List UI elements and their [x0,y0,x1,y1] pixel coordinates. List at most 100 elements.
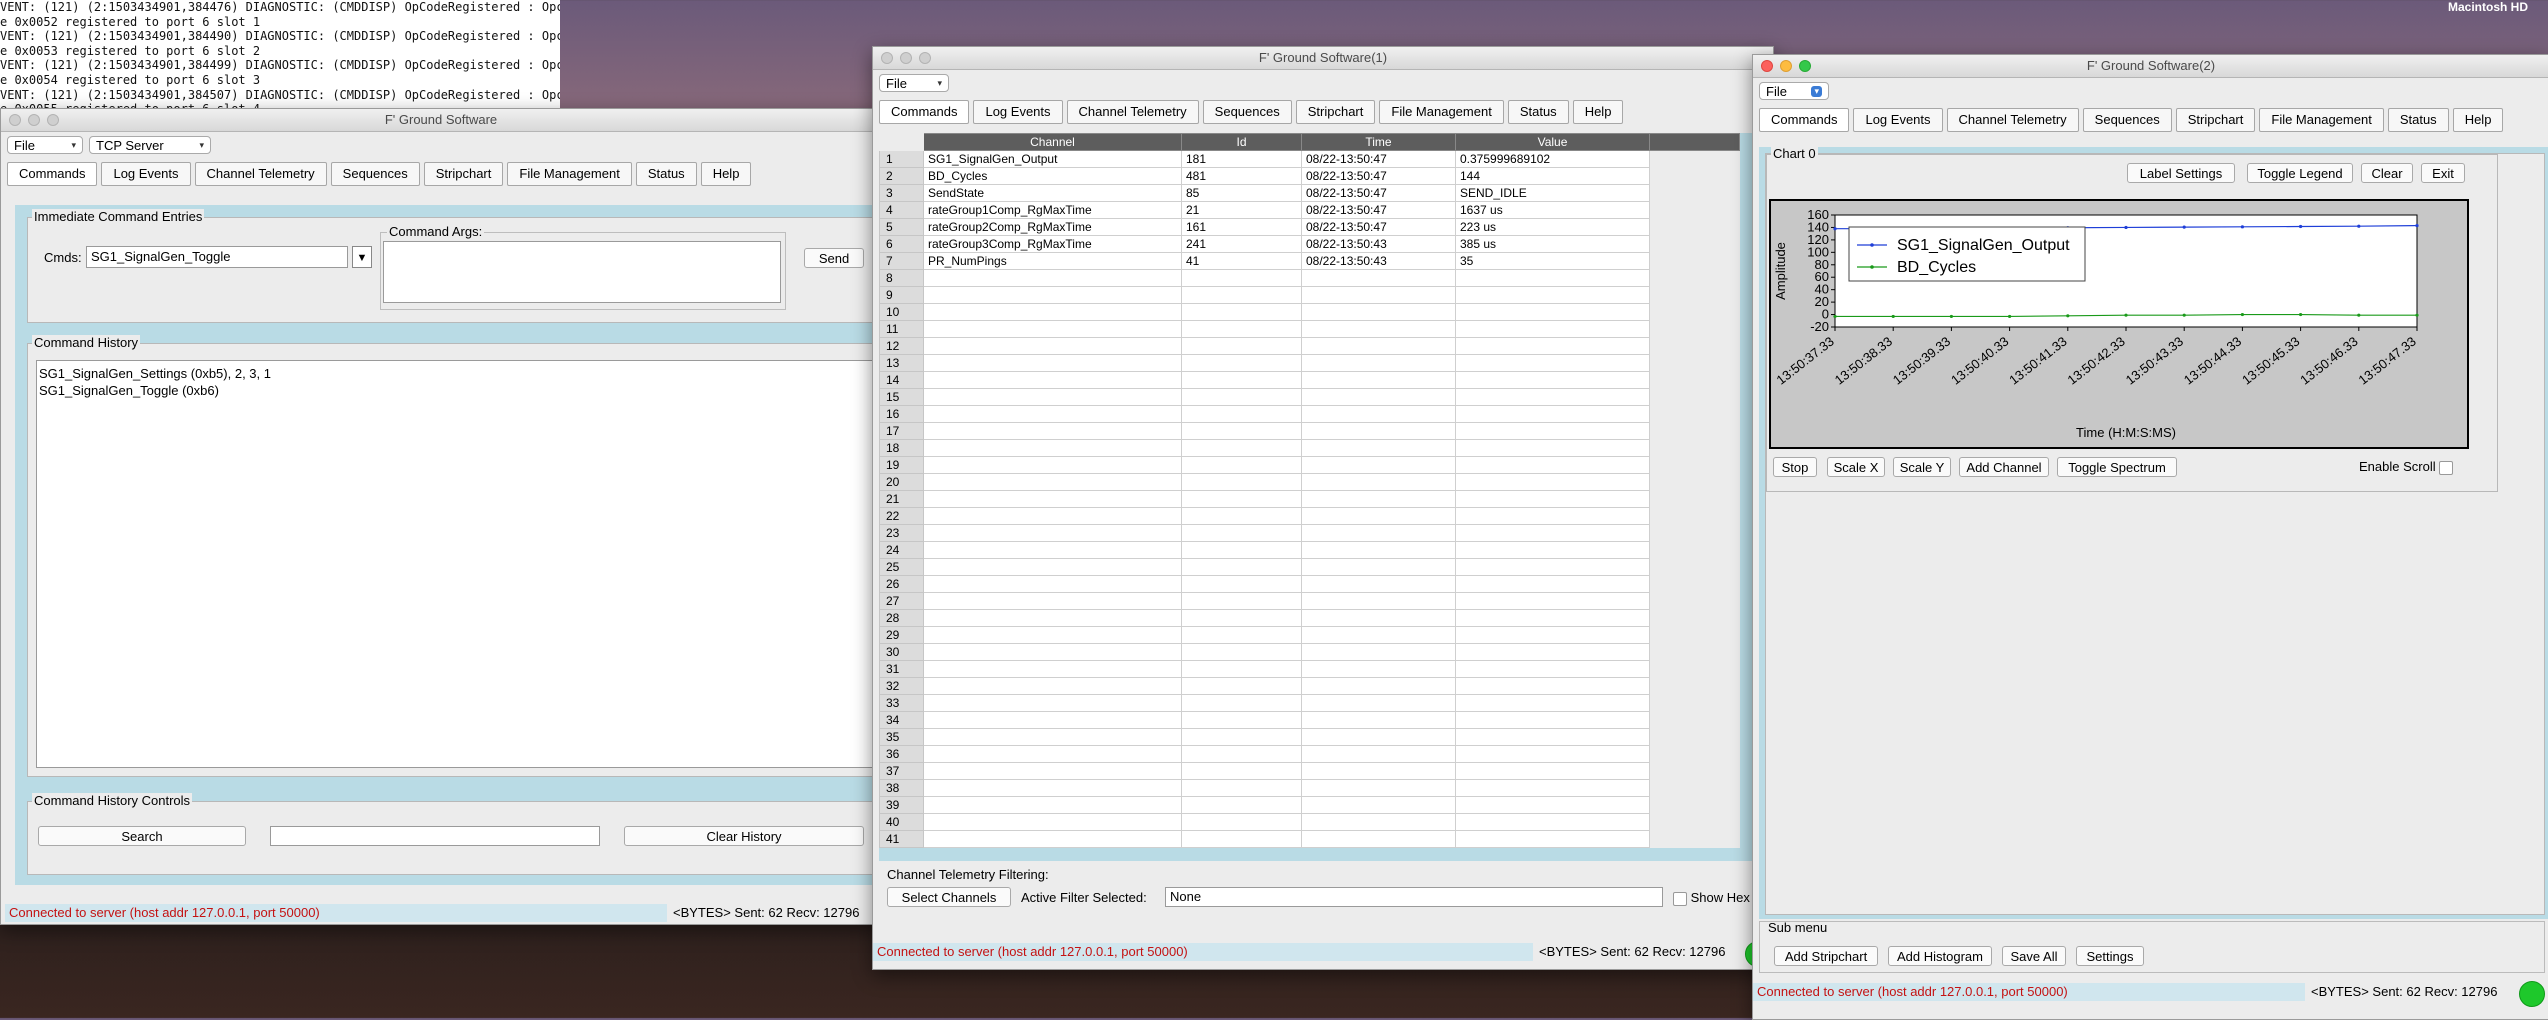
table-row[interactable]: 32 [879,677,1740,695]
table-cell[interactable] [1455,439,1650,457]
title-bar[interactable]: F' Ground Software(1) [873,47,1773,70]
table-cell[interactable] [923,456,1182,474]
tab-status[interactable]: Status [1507,100,1569,124]
table-row[interactable]: 21 [879,490,1740,508]
table-cell[interactable] [1301,320,1456,338]
tab-file-management[interactable]: File Management [507,162,632,186]
table-row[interactable]: 11 [879,320,1740,338]
table-cell[interactable]: 85 [1181,184,1302,202]
table-row[interactable]: 4 rateGroup1Comp_RgMaxTime 21 08/22-13:50:4… [879,201,1740,219]
table-row[interactable]: 1 SG1_SignalGen_Output 181 08/22-13:50:47 0.… [879,150,1740,168]
table-cell[interactable] [1455,524,1650,542]
add-stripchart-button[interactable]: Add Stripchart [1774,946,1878,966]
table-cell[interactable] [1301,626,1456,644]
show-hex-checkbox[interactable] [1673,891,1687,906]
table-cell[interactable] [1301,558,1456,576]
table-cell[interactable] [1181,592,1302,610]
table-row[interactable]: 34 [879,711,1740,729]
table-cell[interactable] [1455,677,1650,695]
table-cell[interactable]: 0.375999689102 [1455,150,1650,168]
table-cell[interactable] [1455,269,1650,287]
table-cell[interactable] [1181,609,1302,627]
tab-status[interactable]: Status [635,162,697,186]
table-cell[interactable] [1455,303,1650,321]
table-cell[interactable] [1181,524,1302,542]
title-bar[interactable]: F' Ground Software(2) [1753,55,2548,78]
table-cell[interactable] [1181,813,1302,831]
table-cell[interactable] [1455,388,1650,406]
table-cell[interactable] [1301,643,1456,661]
server-menu[interactable]: TCP Server ▾ [89,136,211,154]
table-row[interactable]: 10 [879,303,1740,321]
table-cell[interactable] [1455,422,1650,440]
table-cell[interactable] [1181,371,1302,389]
tab-status[interactable]: Status [2387,108,2449,132]
table-cell[interactable] [1455,473,1650,491]
column-header-channel[interactable]: Channel [923,133,1182,151]
table-cell[interactable] [1301,303,1456,321]
table-row[interactable]: 35 [879,728,1740,746]
table-cell[interactable]: 41 [1181,252,1302,270]
table-cell[interactable] [1455,711,1650,729]
table-cell[interactable] [1455,830,1650,848]
table-cell[interactable] [1181,541,1302,559]
table-cell[interactable] [1455,371,1650,389]
select-channels-button[interactable]: Select Channels [887,887,1011,907]
table-cell[interactable] [1181,422,1302,440]
table-cell[interactable] [1301,388,1456,406]
table-cell[interactable] [1301,456,1456,474]
table-row[interactable]: 38 [879,779,1740,797]
table-cell[interactable] [1301,541,1456,559]
table-cell[interactable] [923,269,1182,287]
table-row[interactable]: 13 [879,354,1740,372]
table-row[interactable]: 16 [879,405,1740,423]
table-cell[interactable] [1455,796,1650,814]
table-cell[interactable]: 1637 us [1455,201,1650,219]
table-cell[interactable] [1301,762,1456,780]
table-cell[interactable] [1455,337,1650,355]
table-cell[interactable]: 161 [1181,218,1302,236]
table-cell[interactable]: SEND_IDLE [1455,184,1650,202]
table-cell[interactable] [923,796,1182,814]
cmds-field[interactable]: SG1_SignalGen_Toggle [86,246,348,268]
table-cell[interactable] [1455,575,1650,593]
table-cell[interactable]: 385 us [1455,235,1650,253]
title-bar[interactable]: F' Ground Software [1,109,881,132]
table-cell[interactable] [1455,762,1650,780]
table-cell[interactable]: rateGroup1Comp_RgMaxTime [923,201,1182,219]
table-cell[interactable] [1301,711,1456,729]
table-cell[interactable] [923,422,1182,440]
table-cell[interactable] [1181,660,1302,678]
search-input[interactable] [270,826,600,846]
disk-label[interactable]: Macintosh HD [2448,0,2528,14]
add-channel-button[interactable]: Add Channel [1959,457,2049,477]
table-cell[interactable] [1181,303,1302,321]
table-row[interactable]: 22 [879,507,1740,525]
table-cell[interactable] [1455,694,1650,712]
stripchart-plot[interactable]: -2002040608010012014016013:50:37.3313:50… [1771,201,2467,447]
table-row[interactable]: 40 [879,813,1740,831]
table-row[interactable]: 9 [879,286,1740,304]
table-row[interactable]: 5 rateGroup2Comp_RgMaxTime 161 08/22-13:50:… [879,218,1740,236]
table-cell[interactable]: 241 [1181,235,1302,253]
table-cell[interactable] [1181,745,1302,763]
table-cell[interactable] [1301,354,1456,372]
table-row[interactable]: 33 [879,694,1740,712]
table-cell[interactable]: 08/22-13:50:43 [1301,235,1456,253]
table-cell[interactable] [923,762,1182,780]
table-row[interactable]: 6 rateGroup3Comp_RgMaxTime 241 08/22-13:50:… [879,235,1740,253]
tab-channel-telemetry[interactable]: Channel Telemetry [1946,108,2079,132]
table-cell[interactable] [1301,371,1456,389]
search-button[interactable]: Search [38,826,246,846]
table-row[interactable]: 26 [879,575,1740,593]
table-cell[interactable] [1181,320,1302,338]
close-icon[interactable] [881,52,893,64]
table-cell[interactable]: BD_Cycles [923,167,1182,185]
file-menu[interactable]: File ▾ [879,74,949,92]
close-icon[interactable] [9,114,21,126]
clear-button[interactable]: Clear [2361,163,2413,183]
table-cell[interactable] [923,303,1182,321]
table-cell[interactable] [923,728,1182,746]
table-cell[interactable] [923,592,1182,610]
table-cell[interactable] [1181,779,1302,797]
